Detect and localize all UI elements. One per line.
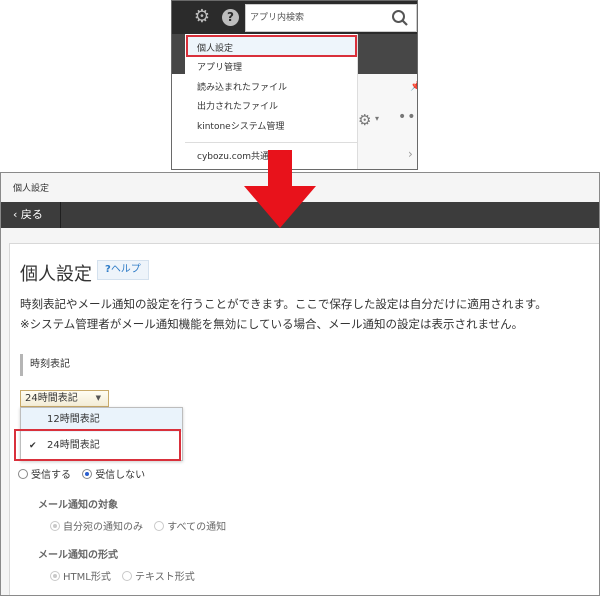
no-receive-radio[interactable] [82,469,93,479]
mail-target-heading: メール通知の対象 [38,500,118,511]
search-icon[interactable] [391,9,409,27]
time-format-selected: 24時間表記 [25,393,78,404]
caret-down-icon: ▼ [95,394,101,402]
time-format-select[interactable]: 24時間表記 ▼ [20,390,109,407]
target-own-label: 自分宛の通知のみ [63,522,143,533]
help-label: ヘルプ [110,264,141,275]
receive-radio[interactable] [18,469,28,479]
description-line-2: ※システム管理者がメール通知機能を無効にしている場合、メール通知の設定は表示され… [20,317,524,331]
target-own-radio[interactable] [50,521,60,531]
target-all-label: すべての通知 [167,522,227,533]
time-format-label: 時刻表記 [20,354,70,376]
pin-icon[interactable]: 📌 [410,81,417,92]
no-receive-label: 受信しない [95,470,146,481]
chevron-right-icon: › [408,147,413,161]
format-html-label: HTML形式 [63,572,111,583]
format-text-label: テキスト形式 [135,572,195,583]
option-label: 12時間表記 [47,414,100,425]
no-receive-radio-group: 受信しない [82,469,146,481]
format-html-radio[interactable] [50,571,60,581]
mail-format-heading: メール通知の形式 [38,550,118,561]
chevron-left-icon: ‹ [13,208,18,221]
mail-target-row: 自分宛の通知のみ すべての通知 [50,518,226,533]
format-text-radio[interactable] [122,571,133,581]
help-icon[interactable]: ? [222,9,239,26]
receive-radio-group: 受信する [18,469,74,481]
arrow-down-icon [244,150,316,228]
app-gear-icon[interactable]: ⚙ [358,111,371,129]
menu-item-imported-files[interactable]: 読み込まれたファイル [197,80,287,93]
description-line-1: 時刻表記やメール通知の設定を行うことができます。ここで保存した設定は自分だけに適… [20,297,547,311]
back-button[interactable]: ‹ 戻る [1,202,61,228]
settings-panel: 個人設定 ?ヘルプ 時刻表記やメール通知の設定を行うことができます。ここで保存し… [9,243,599,595]
menu-item-personal-settings[interactable]: 個人設定 [197,41,233,54]
app-search-box[interactable] [245,4,417,32]
app-header: ⚙ ? [172,1,417,34]
target-all-radio[interactable] [154,521,165,531]
menu-item-exported-files[interactable]: 出力されたファイル [197,99,278,112]
mail-receive-row: 受信する 受信しない [18,466,145,481]
gear-icon[interactable]: ⚙ [192,7,212,27]
menu-item-app-management[interactable]: アプリ管理 [197,60,242,73]
settings-page: 個人設定 ‹ 戻る 個人設定 ?ヘルプ 時刻表記やメール通知の設定を行うことがで… [0,172,600,596]
receive-label: 受信する [31,470,71,481]
menu-item-system-admin[interactable]: kintoneシステム管理 [197,119,284,132]
page-heading: 個人設定 [20,264,92,285]
back-label: 戻る [20,208,43,221]
help-link[interactable]: ?ヘルプ [97,260,149,280]
app-search-input[interactable] [246,5,386,31]
more-icon[interactable]: ••• [398,109,417,125]
menu-snapshot: ⚙ ? 📌 ⚙ ▾ ••• › 個人設定 アプリ管理 読み込まれたファイル 出力… [171,0,418,170]
page-title: 個人設定 [13,184,50,194]
mail-format-row: HTML形式 テキスト形式 [50,568,195,583]
menu-divider [185,142,358,143]
highlight-box-24h [14,429,181,461]
chevron-down-icon: ▾ [375,114,380,123]
